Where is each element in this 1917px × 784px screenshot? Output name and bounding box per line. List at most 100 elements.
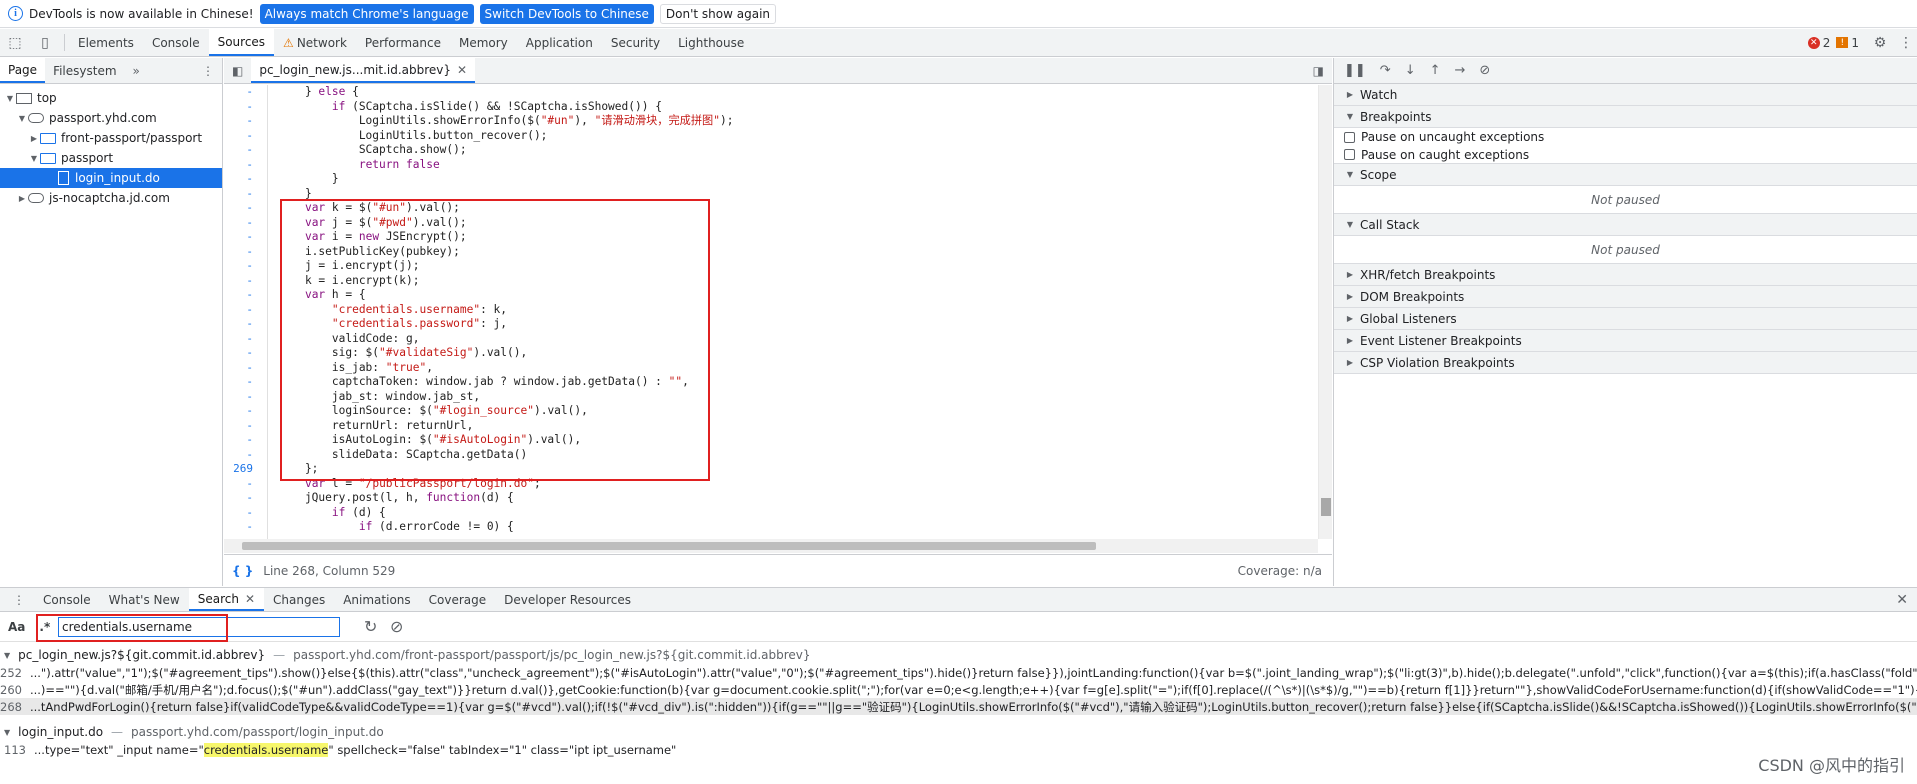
tree-folder-passport[interactable]: ▼ passport: [0, 148, 222, 168]
tab-lighthouse[interactable]: Lighthouse: [669, 29, 753, 56]
line-number[interactable]: -: [224, 259, 267, 274]
section-watch[interactable]: ▶ Watch: [1334, 84, 1917, 106]
line-number[interactable]: -: [224, 216, 267, 231]
inspect-element-icon[interactable]: ⬚: [0, 29, 30, 56]
line-number[interactable]: -: [224, 85, 267, 100]
section-event-listener-breakpoints[interactable]: ▶ Event Listener Breakpoints: [1334, 330, 1917, 352]
deactivate-breakpoints-icon[interactable]: ⊘: [1479, 63, 1490, 78]
pause-uncaught-row[interactable]: Pause on uncaught exceptions: [1334, 128, 1917, 146]
drawer-tab-search[interactable]: Search ✕: [188, 588, 265, 611]
line-number[interactable]: -: [224, 346, 267, 361]
line-number[interactable]: -: [224, 448, 267, 463]
section-scope[interactable]: ▼ Scope: [1334, 164, 1917, 186]
line-number[interactable]: -: [224, 332, 267, 347]
horizontal-scrollbar[interactable]: [224, 539, 1318, 553]
line-number[interactable]: -: [224, 230, 267, 245]
tree-file-login-input[interactable]: login_input.do: [0, 168, 222, 188]
close-icon[interactable]: ✕: [457, 63, 467, 77]
section-call-stack[interactable]: ▼ Call Stack: [1334, 214, 1917, 236]
line-number[interactable]: -: [224, 274, 267, 289]
more-menu-icon[interactable]: ⋮: [1895, 29, 1917, 56]
tab-application[interactable]: Application: [517, 29, 602, 56]
section-global-listeners[interactable]: ▶ Global Listeners: [1334, 308, 1917, 330]
toggle-navigator-icon[interactable]: ◧: [224, 58, 251, 83]
step-icon[interactable]: →: [1455, 63, 1466, 78]
section-dom-breakpoints[interactable]: ▶ DOM Breakpoints: [1334, 286, 1917, 308]
toggle-debugger-icon[interactable]: ◨: [1305, 58, 1332, 83]
drawer-tab-coverage[interactable]: Coverage: [420, 588, 496, 611]
drawer-tab-developer-resources[interactable]: Developer Resources: [495, 588, 640, 611]
search-result-line[interactable]: 268 ...tAndPwdForLogin(){return false}if(…: [0, 698, 1917, 715]
refresh-icon[interactable]: ↻: [364, 617, 377, 636]
line-number[interactable]: -: [224, 245, 267, 260]
tab-page[interactable]: Page: [0, 58, 46, 83]
match-language-button[interactable]: Always match Chrome's language: [259, 3, 474, 24]
line-number[interactable]: -: [224, 201, 267, 216]
tab-performance[interactable]: Performance: [356, 29, 450, 56]
tab-console[interactable]: Console: [143, 29, 209, 56]
pause-icon[interactable]: ❚❚: [1344, 63, 1366, 78]
tab-memory[interactable]: Memory: [450, 29, 517, 56]
search-result-file[interactable]: ▼ pc_login_new.js?${git.commit.id.abbrev}…: [0, 646, 1917, 664]
drawer-tab-animations[interactable]: Animations: [334, 588, 419, 611]
search-result-file[interactable]: ▼ login_input.do — passport.yhd.com/passpor…: [0, 723, 1917, 741]
tree-domain-yhd[interactable]: ▼ passport.yhd.com: [0, 108, 222, 128]
more-tabs-icon[interactable]: »: [125, 58, 148, 83]
line-number[interactable]: -: [224, 390, 267, 405]
line-number[interactable]: -: [224, 303, 267, 318]
drawer-tab-changes[interactable]: Changes: [264, 588, 334, 611]
line-number[interactable]: -: [224, 419, 267, 434]
vertical-scroll-thumb[interactable]: [1321, 498, 1331, 516]
step-over-icon[interactable]: ↷: [1380, 63, 1391, 78]
clear-search-icon[interactable]: ⊘: [390, 617, 403, 636]
line-number[interactable]: -: [224, 158, 267, 173]
dont-show-again-button[interactable]: Don't show again: [659, 3, 777, 24]
drawer-tab-console[interactable]: Console: [34, 588, 100, 611]
search-result-line[interactable]: 260 ...)==""){d.val("邮箱/手机/用户名");d.focus(…: [0, 681, 1917, 698]
line-number[interactable]: -: [224, 114, 267, 129]
line-number[interactable]: -: [224, 129, 267, 144]
line-number[interactable]: -: [224, 375, 267, 390]
step-into-icon[interactable]: ↓: [1405, 63, 1416, 78]
file-tab-pc-login[interactable]: pc_login_new.js...mit.id.abbrev} ✕: [251, 58, 476, 83]
line-number[interactable]: -: [224, 317, 267, 332]
tab-network[interactable]: ⚠ Network: [274, 29, 356, 56]
line-number[interactable]: -: [224, 433, 267, 448]
line-number[interactable]: -: [224, 100, 267, 115]
line-number[interactable]: -: [224, 143, 267, 158]
line-gutter[interactable]: - - - - - - - - - - - - - - - - - - - - - - - - - -269- - - -: [224, 85, 268, 539]
line-number[interactable]: -: [224, 506, 267, 521]
pause-uncaught-checkbox[interactable]: [1344, 131, 1355, 143]
tab-elements[interactable]: Elements: [69, 29, 143, 56]
tree-top[interactable]: ▼ top: [0, 88, 222, 108]
switch-chinese-button[interactable]: Switch DevTools to Chinese: [479, 3, 654, 24]
tab-security[interactable]: Security: [602, 29, 669, 56]
vertical-scrollbar[interactable]: [1318, 85, 1332, 539]
pretty-print-icon[interactable]: { }: [232, 564, 253, 578]
tab-filesystem[interactable]: Filesystem: [45, 58, 124, 83]
line-number[interactable]: 269: [224, 462, 267, 477]
line-number[interactable]: -: [224, 288, 267, 303]
drawer-menu-icon[interactable]: ⋮: [4, 588, 34, 611]
section-csp-breakpoints[interactable]: ▶ CSP Violation Breakpoints: [1334, 352, 1917, 374]
line-number[interactable]: -: [224, 491, 267, 506]
navigator-menu-icon[interactable]: ⋮: [194, 58, 222, 83]
line-number[interactable]: -: [224, 172, 267, 187]
search-result-line[interactable]: 113 ...type="text" _input name=" credentia…: [0, 741, 1917, 758]
close-drawer-icon[interactable]: ✕: [1887, 588, 1917, 611]
step-out-icon[interactable]: ↑: [1430, 63, 1441, 78]
line-number[interactable]: -: [224, 187, 267, 202]
line-number[interactable]: -: [224, 404, 267, 419]
line-number[interactable]: -: [224, 361, 267, 376]
pause-caught-checkbox[interactable]: [1344, 149, 1355, 160]
device-toolbar-icon[interactable]: ▯: [30, 29, 60, 56]
line-number[interactable]: -: [224, 477, 267, 492]
tab-sources[interactable]: Sources: [208, 29, 275, 56]
line-number[interactable]: -: [224, 520, 267, 535]
horizontal-scroll-thumb[interactable]: [242, 542, 1096, 550]
match-case-toggle[interactable]: Aa: [8, 620, 25, 634]
section-breakpoints[interactable]: ▼ Breakpoints: [1334, 106, 1917, 128]
section-xhr-breakpoints[interactable]: ▶ XHR/fetch Breakpoints: [1334, 264, 1917, 286]
pause-caught-row[interactable]: Pause on caught exceptions: [1334, 146, 1917, 164]
search-result-line[interactable]: 252 ...").attr("value","1");$("#agreement…: [0, 664, 1917, 681]
